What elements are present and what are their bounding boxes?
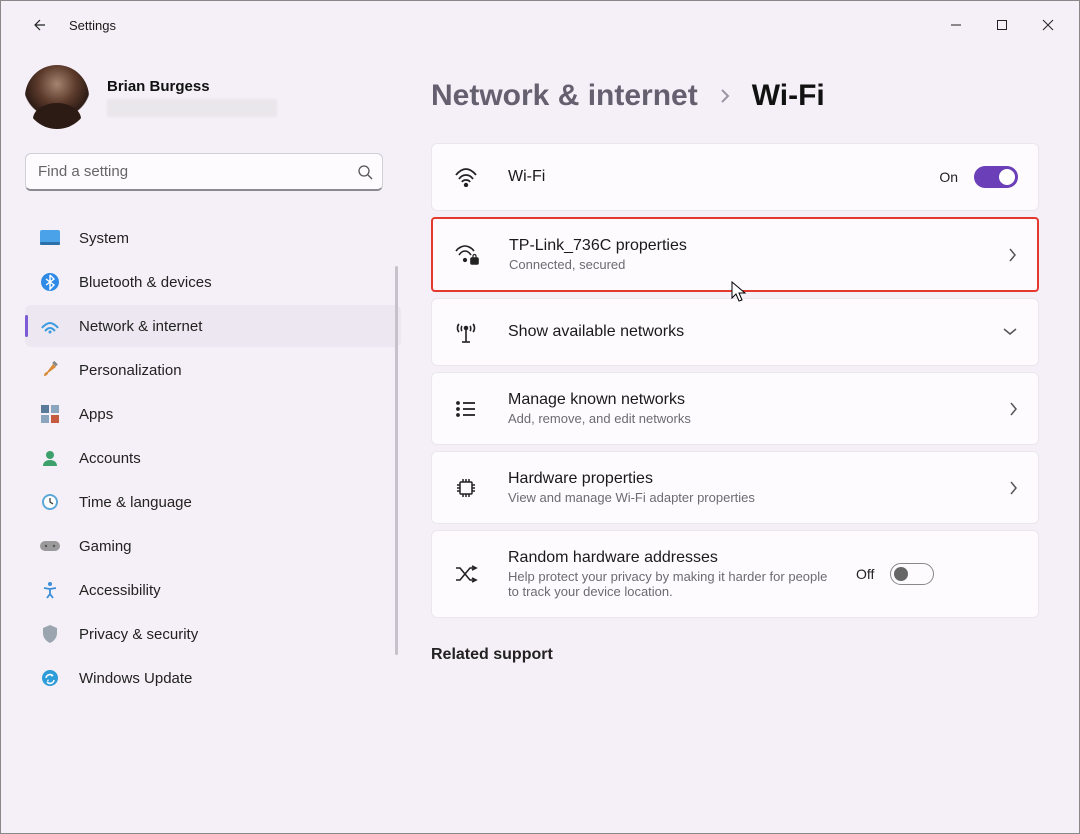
sidebar-item-privacy[interactable]: Privacy & security: [25, 613, 401, 655]
profile-name: Brian Burgess: [107, 78, 277, 95]
chip-icon: [452, 477, 480, 499]
sidebar-item-label: Time & language: [79, 494, 192, 511]
gamepad-icon: [39, 535, 61, 557]
breadcrumb: Network & internet Wi-Fi: [431, 79, 1039, 113]
sidebar-item-bluetooth[interactable]: Bluetooth & devices: [25, 261, 401, 303]
sidebar-item-label: Accounts: [79, 450, 141, 467]
app-title: Settings: [69, 18, 116, 33]
back-button[interactable]: [21, 5, 61, 45]
system-icon: [39, 227, 61, 249]
sidebar-scrollbar[interactable]: [395, 266, 398, 821]
sidebar-item-label: Apps: [79, 406, 113, 423]
list-icon: [452, 400, 480, 418]
card-subtitle: View and manage Wi-Fi adapter properties: [508, 490, 980, 505]
bluetooth-icon: [39, 271, 61, 293]
network-icon: [39, 315, 61, 337]
hardware-properties-card[interactable]: Hardware properties View and manage Wi-F…: [431, 451, 1039, 524]
toggle-state-label: Off: [856, 566, 874, 582]
toggle-state-label: On: [939, 169, 958, 185]
minimize-icon: [950, 19, 962, 31]
window-controls: [933, 5, 1071, 45]
card-title: TP-Link_736C properties: [509, 237, 979, 255]
breadcrumb-parent[interactable]: Network & internet: [431, 79, 698, 113]
sidebar-item-apps[interactable]: Apps: [25, 393, 401, 435]
random-mac-toggle[interactable]: [890, 563, 934, 585]
card-subtitle: Connected, secured: [509, 257, 979, 272]
related-support-heading: Related support: [431, 646, 1039, 664]
close-button[interactable]: [1025, 5, 1071, 45]
sidebar-item-personalization[interactable]: Personalization: [25, 349, 401, 391]
sidebar-item-gaming[interactable]: Gaming: [25, 525, 401, 567]
chevron-right-icon: [1007, 247, 1017, 263]
sidebar-item-label: Personalization: [79, 362, 182, 379]
maximize-icon: [996, 19, 1008, 31]
arrow-left-icon: [33, 17, 49, 33]
sidebar-item-label: Windows Update: [79, 670, 192, 687]
chevron-down-icon: [1002, 327, 1018, 337]
update-icon: [39, 667, 61, 689]
minimize-button[interactable]: [933, 5, 979, 45]
card-title: Show available networks: [508, 323, 974, 341]
sidebar-item-time[interactable]: Time & language: [25, 481, 401, 523]
breadcrumb-current: Wi-Fi: [752, 79, 825, 113]
wifi-toggle-card[interactable]: Wi-Fi On: [431, 143, 1039, 211]
apps-icon: [39, 403, 61, 425]
sidebar-item-accessibility[interactable]: Accessibility: [25, 569, 401, 611]
titlebar: Settings: [1, 1, 1079, 49]
chevron-right-icon: [718, 87, 732, 105]
random-mac-card[interactable]: Random hardware addresses Help protect y…: [431, 530, 1039, 618]
wifi-secured-icon: [453, 244, 481, 266]
known-networks-card[interactable]: Manage known networks Add, remove, and e…: [431, 372, 1039, 445]
sidebar: Brian Burgess System Bluetooth & devices…: [1, 49, 401, 833]
main-panel: Network & internet Wi-Fi Wi-Fi On TP: [401, 49, 1079, 833]
scrollbar-thumb[interactable]: [395, 266, 398, 655]
maximize-button[interactable]: [979, 5, 1025, 45]
sidebar-item-system[interactable]: System: [25, 217, 401, 259]
wifi-toggle[interactable]: [974, 166, 1018, 188]
sidebar-item-label: Network & internet: [79, 318, 202, 335]
sidebar-item-label: Privacy & security: [79, 626, 198, 643]
available-networks-card[interactable]: Show available networks: [431, 298, 1039, 366]
card-title: Hardware properties: [508, 470, 980, 488]
chevron-right-icon: [1008, 480, 1018, 496]
profile-block[interactable]: Brian Burgess: [25, 65, 401, 129]
sidebar-item-label: Gaming: [79, 538, 132, 555]
card-subtitle: Add, remove, and edit networks: [508, 411, 980, 426]
card-title: Random hardware addresses: [508, 549, 828, 567]
sidebar-item-update[interactable]: Windows Update: [25, 657, 401, 699]
sidebar-nav: System Bluetooth & devices Network & int…: [25, 217, 401, 699]
close-icon: [1042, 19, 1054, 31]
shield-icon: [39, 623, 61, 645]
search-input[interactable]: [25, 153, 383, 191]
accessibility-icon: [39, 579, 61, 601]
sidebar-item-label: Bluetooth & devices: [79, 274, 212, 291]
shuffle-icon: [452, 564, 480, 584]
sidebar-item-network[interactable]: Network & internet: [25, 305, 401, 347]
card-title: Manage known networks: [508, 391, 980, 409]
sidebar-item-accounts[interactable]: Accounts: [25, 437, 401, 479]
search-icon: [357, 164, 373, 180]
profile-email-redacted: [107, 99, 277, 117]
avatar: [25, 65, 89, 129]
clock-icon: [39, 491, 61, 513]
sidebar-item-label: System: [79, 230, 129, 247]
wifi-icon: [452, 167, 480, 187]
card-title: Wi-Fi: [508, 168, 911, 186]
antenna-icon: [452, 320, 480, 344]
card-subtitle: Help protect your privacy by making it h…: [508, 569, 828, 599]
brush-icon: [39, 359, 61, 381]
accounts-icon: [39, 447, 61, 469]
sidebar-item-label: Accessibility: [79, 582, 161, 599]
connected-network-card[interactable]: TP-Link_736C properties Connected, secur…: [431, 217, 1039, 292]
chevron-right-icon: [1008, 401, 1018, 417]
